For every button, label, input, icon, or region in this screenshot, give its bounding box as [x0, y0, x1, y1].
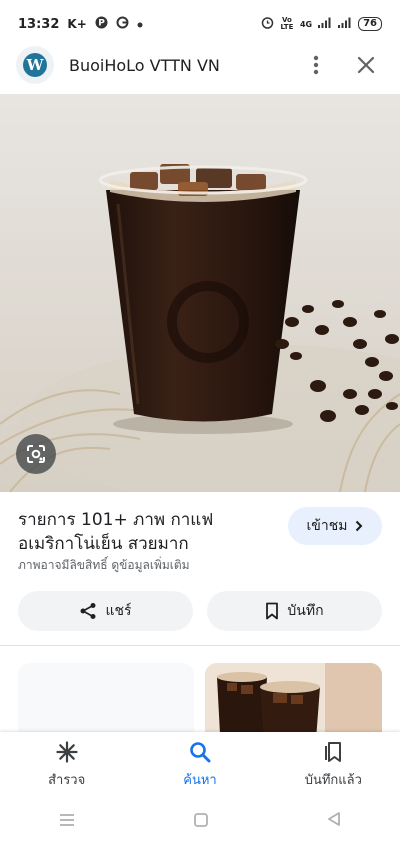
- nav-explore[interactable]: สำรวจ: [0, 732, 133, 798]
- back-triangle-icon: [327, 812, 340, 826]
- k-plus-icon: K+: [67, 17, 87, 31]
- menu-icon: [60, 813, 75, 826]
- nav-search[interactable]: ค้นหา: [133, 732, 266, 798]
- copyright-notice[interactable]: ภาพอาจมีลิขสิทธิ์ ดูข้อมูลเพิ่มเติม: [18, 556, 190, 575]
- visit-label: เข้าชม: [306, 518, 348, 534]
- nav-saved[interactable]: บันทึกแล้ว: [267, 732, 400, 798]
- wordpress-icon: W: [23, 53, 47, 77]
- result-image[interactable]: [0, 94, 400, 492]
- site-name[interactable]: BuoiHoLo VTTN VN: [69, 56, 298, 75]
- asterisk-icon: [56, 740, 78, 763]
- svg-text:P: P: [98, 18, 105, 28]
- save-label: บันทึก: [287, 603, 324, 619]
- more-vert-icon: [313, 55, 319, 75]
- recent-apps-button[interactable]: [59, 812, 75, 831]
- signal-icon-2: [338, 17, 352, 31]
- signal-icon: [318, 17, 332, 31]
- share-button[interactable]: แชร์: [18, 591, 193, 631]
- home-square-icon: [194, 812, 208, 827]
- lens-button[interactable]: [16, 434, 56, 474]
- iced-americano-photo: [0, 94, 400, 492]
- alarm-icon: [261, 16, 274, 32]
- google-lens-icon: [27, 445, 45, 463]
- result-title[interactable]: รายการ 101+ ภาพ กาแฟอเมริกาโน่เย็น สวยมา…: [18, 508, 268, 556]
- status-time: 13:32: [18, 16, 60, 32]
- battery-indicator: 76: [358, 17, 382, 31]
- bookmark-icon: [266, 602, 279, 620]
- nav-search-label: ค้นหา: [183, 772, 217, 788]
- share-icon: [80, 603, 96, 619]
- nav-saved-label: บันทึกแล้ว: [304, 772, 362, 788]
- page-header: W BuoiHoLo VTTN VN: [0, 40, 400, 90]
- section-divider: [0, 645, 400, 646]
- search-icon: [190, 741, 211, 762]
- pinterest-icon: P: [95, 16, 108, 33]
- site-logo[interactable]: W: [16, 46, 54, 84]
- home-button[interactable]: [194, 812, 208, 831]
- google-icon: [116, 16, 129, 33]
- bottom-navigation: สำรวจ ค้นหา บันทึกแล้ว: [0, 732, 400, 798]
- saved-collections-icon: [325, 741, 342, 762]
- system-navigation-bar: [0, 798, 400, 844]
- back-button[interactable]: [327, 811, 341, 831]
- visit-button[interactable]: เข้าชม: [288, 507, 382, 545]
- chevron-right-icon: [356, 520, 363, 532]
- volte-icon: Vo LTE: [280, 16, 294, 31]
- save-button[interactable]: บันทึก: [207, 591, 382, 631]
- nav-explore-label: สำรวจ: [48, 772, 86, 788]
- share-label: แชร์: [105, 603, 132, 619]
- more-options-button[interactable]: [298, 47, 334, 83]
- network-type: 4G: [299, 19, 313, 29]
- close-button[interactable]: [348, 47, 384, 83]
- dot-icon: [137, 17, 143, 32]
- close-icon: [357, 56, 375, 74]
